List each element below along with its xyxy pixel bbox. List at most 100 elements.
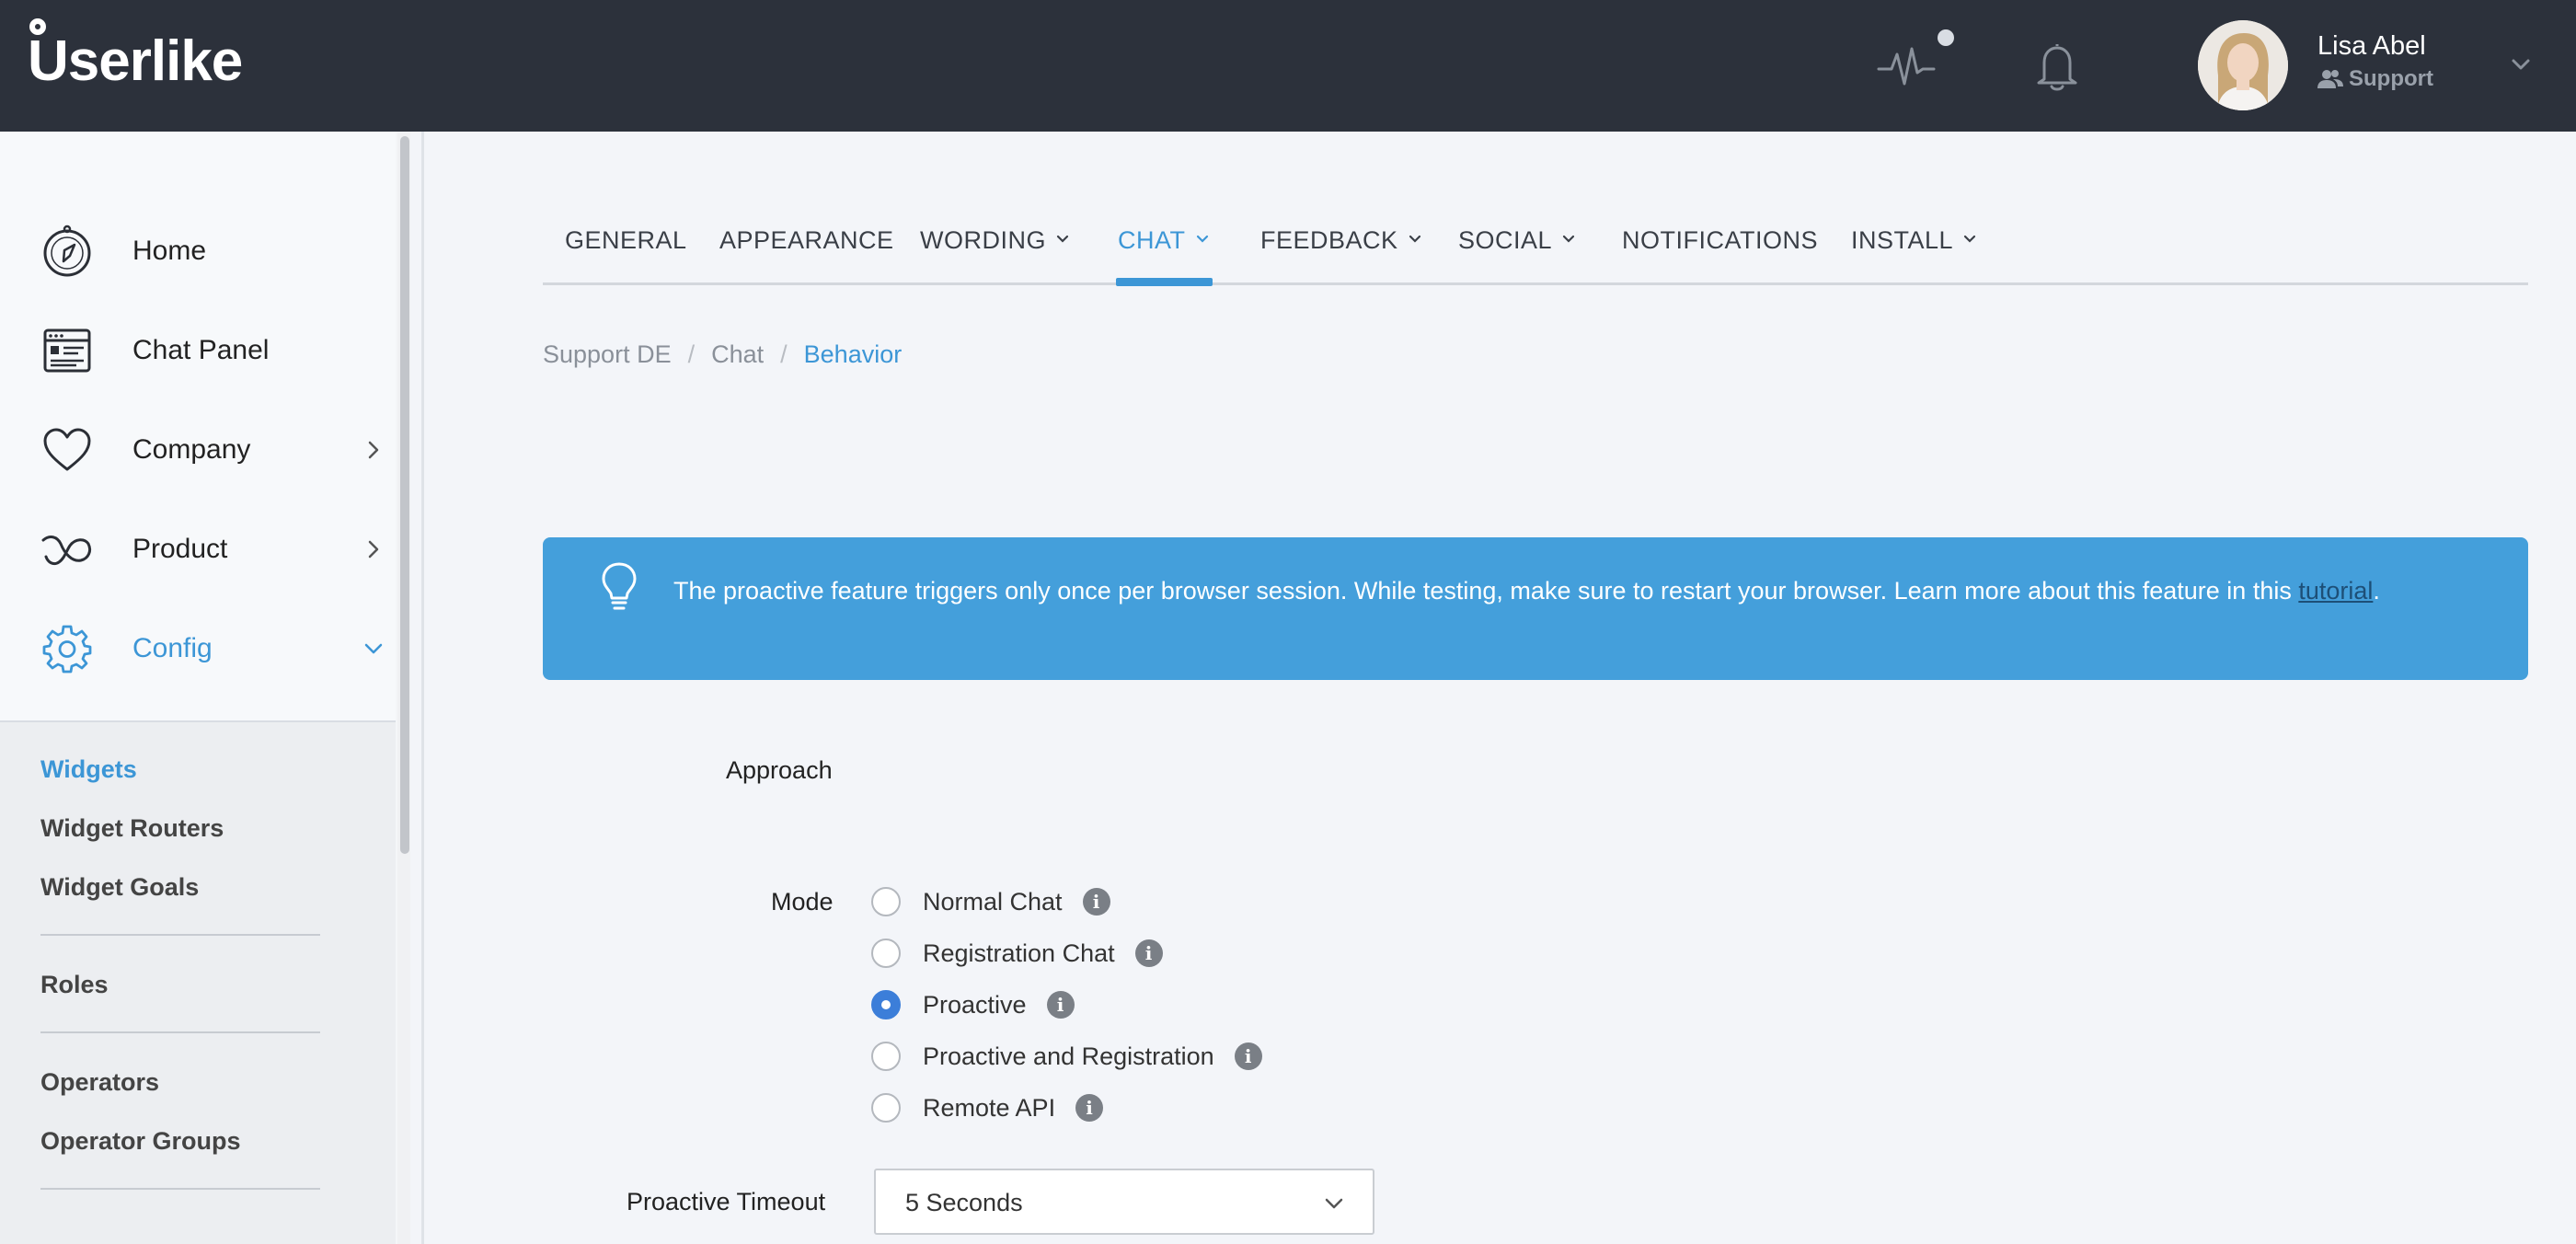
chevron-down-icon (1325, 1198, 1343, 1209)
tab-label: SOCIAL (1458, 226, 1553, 254)
divider (40, 1031, 320, 1033)
mode-option-registration-chat[interactable]: Registration Chat i (871, 935, 1163, 972)
logo-mark-icon (29, 18, 46, 35)
logo-text: Userlike (28, 29, 243, 93)
info-icon[interactable]: i (1134, 939, 1163, 967)
sidebar-item-label: Company (132, 434, 251, 465)
top-bar: Userlike Lisa Abel Support (0, 0, 2576, 132)
tab-appearance[interactable]: APPEARANCE (719, 226, 894, 285)
tutorial-link[interactable]: tutorial (2298, 577, 2373, 605)
section-title-approach: Approach (726, 756, 833, 784)
radio-button-selected[interactable] (871, 990, 901, 1019)
mode-label: Mode (771, 888, 834, 916)
mode-option-normal-chat[interactable]: Normal Chat i (871, 883, 1110, 920)
tab-label: APPEARANCE (719, 226, 894, 254)
sidebar-item-company[interactable]: Company (0, 413, 396, 487)
tab-label: FEEDBACK (1260, 226, 1398, 254)
breadcrumb-separator: / (780, 340, 788, 368)
sidebar-link-operators[interactable]: Operators (40, 1068, 159, 1097)
tab-chat[interactable]: CHAT (1118, 226, 1210, 285)
gear-icon (40, 621, 95, 676)
sidebar-item-home[interactable]: Home (0, 214, 396, 288)
sidebar-item-product[interactable]: Product (0, 513, 396, 586)
sidebar-scrollbar-thumb[interactable] (400, 136, 409, 854)
breadcrumb-item-chat[interactable]: Chat (711, 340, 764, 369)
info-icon[interactable]: i (1234, 1042, 1262, 1070)
info-icon[interactable]: i (1075, 1094, 1104, 1122)
tab-label: INSTALL (1851, 226, 1954, 254)
chevron-down-icon[interactable] (2508, 52, 2534, 77)
tab-label: GENERAL (565, 226, 687, 254)
chevron-right-icon (368, 540, 379, 559)
tab-general[interactable]: GENERAL (565, 226, 687, 285)
sidebar-link-widget-routers[interactable]: Widget Routers (40, 814, 224, 843)
tab-notifications[interactable]: NOTIFICATIONS (1622, 226, 1818, 285)
sidebar-item-label: Home (132, 236, 207, 266)
info-icon[interactable]: i (1082, 888, 1110, 916)
info-banner: The proactive feature triggers only once… (543, 537, 2528, 680)
tab-install[interactable]: INSTALL (1851, 226, 1977, 285)
chevron-down-icon (364, 643, 383, 654)
tab-feedback[interactable]: FEEDBACK (1260, 226, 1422, 285)
tab-wording[interactable]: WORDING (920, 226, 1070, 285)
sidebar-link-widget-goals[interactable]: Widget Goals (40, 873, 199, 902)
select-value: 5 Seconds (905, 1189, 1023, 1216)
breadcrumb-item-behavior: Behavior (803, 340, 903, 368)
radio-button[interactable] (871, 1042, 901, 1071)
sidebar-main-nav: Home Chat Panel Company Product Config (0, 132, 396, 720)
radio-button[interactable] (871, 939, 901, 968)
active-tab-indicator (1116, 278, 1213, 286)
sidebar-link-widgets[interactable]: Widgets (40, 755, 137, 784)
activity-status-dot (1938, 29, 1954, 46)
mode-option-proactive-and-registration[interactable]: Proactive and Registration i (871, 1038, 1262, 1075)
sidebar: Home Chat Panel Company Product Config W… (0, 132, 397, 1244)
chevron-down-icon (1409, 235, 1420, 243)
chevron-down-icon (1056, 235, 1069, 243)
chevron-right-icon (368, 441, 379, 459)
breadcrumb-item-support-de[interactable]: Support DE (543, 340, 672, 369)
sidebar-sub-nav: Widgets Widget Routers Widget Goals Role… (0, 722, 396, 1244)
radio-label: Normal Chat (923, 887, 1063, 916)
radio-button[interactable] (871, 1093, 901, 1123)
proactive-timeout-label: Proactive Timeout (627, 1188, 826, 1215)
lightbulb-icon (602, 562, 637, 610)
activity-icon[interactable] (1877, 41, 1936, 91)
chat-panel-icon (40, 323, 95, 378)
product-icon (40, 522, 95, 577)
userlike-logo[interactable]: Userlike (28, 18, 243, 98)
info-icon[interactable]: i (1046, 991, 1075, 1019)
banner-message: The proactive feature triggers only once… (673, 570, 2495, 611)
user-name[interactable]: Lisa Abel (2317, 31, 2426, 62)
divider (421, 132, 424, 1244)
sidebar-item-chat-panel[interactable]: Chat Panel (0, 314, 396, 387)
radio-label: Remote API (923, 1093, 1056, 1122)
bell-icon[interactable] (2033, 40, 2081, 92)
user-role-label: Support (2349, 66, 2433, 91)
sidebar-item-label: Chat Panel (132, 335, 270, 365)
user-role[interactable]: Support (2317, 66, 2433, 92)
mode-option-remote-api[interactable]: Remote API i (871, 1089, 1104, 1126)
radio-label: Proactive and Registration (923, 1042, 1214, 1070)
divider (40, 934, 320, 936)
mode-option-proactive[interactable]: Proactive i (871, 986, 1075, 1023)
settings-tabs: GENERAL APPEARANCE WORDING CHAT FEEDBACK… (543, 212, 2528, 285)
radio-label: Proactive (923, 990, 1027, 1019)
tab-label: NOTIFICATIONS (1622, 226, 1818, 254)
proactive-timeout-select[interactable]: 5 Seconds (874, 1169, 1374, 1235)
sidebar-link-operator-groups[interactable]: Operator Groups (40, 1127, 241, 1156)
breadcrumb: Support DE / Chat / Behavior (543, 340, 902, 369)
radio-label: Registration Chat (923, 939, 1115, 967)
sidebar-item-label: Product (132, 534, 228, 564)
sidebar-link-roles[interactable]: Roles (40, 971, 109, 999)
sidebar-item-config[interactable]: Config (0, 612, 396, 685)
breadcrumb-separator: / (687, 340, 696, 368)
tab-label: WORDING (920, 226, 1046, 254)
chevron-down-icon (1196, 235, 1208, 243)
tab-social[interactable]: SOCIAL (1458, 226, 1576, 285)
radio-button[interactable] (871, 887, 901, 916)
heart-icon (40, 422, 95, 478)
avatar[interactable] (2198, 20, 2288, 110)
user-group-icon (2317, 70, 2343, 88)
compass-icon (40, 224, 95, 279)
divider (40, 1188, 320, 1190)
